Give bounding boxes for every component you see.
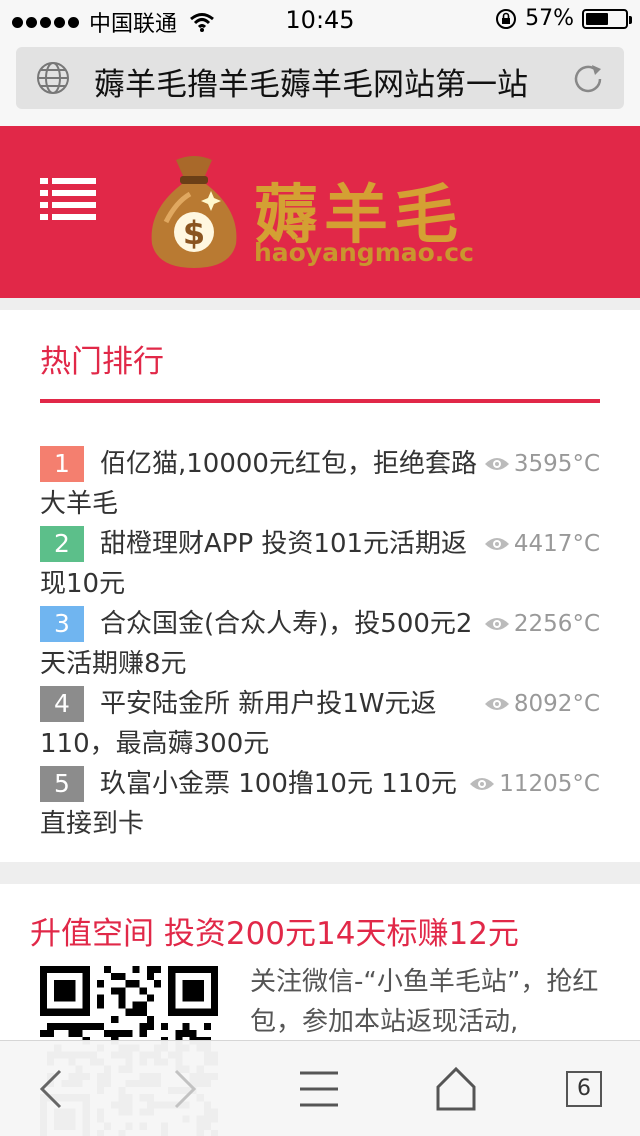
rank-badge: 3 xyxy=(40,606,84,642)
status-right: 57% xyxy=(495,6,632,31)
rank-badge: 2 xyxy=(40,526,84,562)
eye-icon xyxy=(484,698,509,710)
browser-toolbar: 6 xyxy=(0,1040,640,1136)
view-count-value: 2256°C xyxy=(513,611,600,637)
promo-text: 关注微信-“小鱼羊毛站”，抢红包，参加本站返现活动, xyxy=(250,967,599,1037)
item-title[interactable]: 甜橙理财APP 投资101元活期返现10元 xyxy=(40,524,480,604)
site-header: $ 薅羊毛 haoyangmao.cc xyxy=(0,126,640,298)
eye-icon xyxy=(484,538,509,550)
hot-list-item[interactable]: 合众国金(合众人寿)，投500元2天活期赚8元 3 2256°C xyxy=(40,604,600,684)
money-bag-icon: $ xyxy=(151,156,237,268)
battery-fill xyxy=(586,12,608,25)
view-count-value: 11205°C xyxy=(499,771,600,797)
view-count: 4417°C xyxy=(484,526,600,562)
share-icon[interactable] xyxy=(292,1063,348,1115)
globe-icon xyxy=(37,62,69,94)
view-count-value: 8092°C xyxy=(513,691,600,717)
promo-title[interactable]: 升值空间 投资200元14天标赚12元 xyxy=(30,908,519,953)
reload-icon[interactable] xyxy=(570,61,606,97)
view-count: 8092°C xyxy=(484,686,600,722)
hot-list-item[interactable]: 平安陆金所 新用户投1W元返110，最高薅300元 4 8092°C xyxy=(40,684,600,764)
eye-icon xyxy=(484,458,509,470)
hot-list-item[interactable]: 甜橙理财APP 投资101元活期返现10元 2 4417°C xyxy=(40,524,600,604)
view-count: 2256°C xyxy=(484,606,600,642)
view-count-value: 3595°C xyxy=(513,451,600,477)
rank-badge: 4 xyxy=(40,686,84,722)
item-title[interactable]: 合众国金(合众人寿)，投500元2天活期赚8元 xyxy=(40,604,480,684)
page-title: 薅羊毛撸羊毛薅羊毛网站第一站 xyxy=(94,67,528,103)
address-bar[interactable]: 薅羊毛撸羊毛薅羊毛网站第一站 xyxy=(16,47,624,109)
item-title[interactable]: 玖富小金票 100撸10元 110元直接到卡 xyxy=(40,764,480,844)
back-icon[interactable] xyxy=(24,1063,80,1115)
hot-list-item[interactable]: 玖富小金票 100撸10元 110元直接到卡 5 11205°C xyxy=(40,764,600,844)
logo-domain: haoyangmao.cc xyxy=(254,238,474,267)
battery-percent: 57% xyxy=(525,6,574,31)
tabs-icon: 6 xyxy=(566,1071,602,1107)
item-title[interactable]: 佰亿猫,10000元红包，拒绝套路 大羊毛 xyxy=(40,444,480,524)
item-title[interactable]: 平安陆金所 新用户投1W元返110，最高薅300元 xyxy=(40,684,480,764)
status-bar: 中国联通 10:45 57% xyxy=(0,0,640,40)
view-count: 11205°C xyxy=(469,766,600,802)
hot-list-item[interactable]: 佰亿猫,10000元红包，拒绝套路 大羊毛 1 3595°C xyxy=(40,444,600,524)
browser-address-area: 薅羊毛撸羊毛薅羊毛网站第一站 xyxy=(0,40,640,126)
battery-icon xyxy=(582,8,632,29)
tabs-button[interactable]: 6 xyxy=(560,1063,616,1115)
rank-badge: 1 xyxy=(40,446,84,482)
hot-list: 佰亿猫,10000元红包，拒绝套路 大羊毛 1 3595°C 甜橙理财APP 投资10… xyxy=(40,444,600,844)
view-count: 3595°C xyxy=(484,446,600,482)
svg-text:$: $ xyxy=(183,214,205,252)
rank-badge: 5 xyxy=(40,766,84,802)
forward-icon[interactable] xyxy=(156,1063,212,1115)
eye-icon xyxy=(470,778,495,790)
rotation-lock-icon xyxy=(496,8,517,29)
site-logo[interactable]: $ 薅羊毛 haoyangmao.cc xyxy=(146,152,506,302)
hot-ranking-section: 热门排行 佰亿猫,10000元红包，拒绝套路 大羊毛 1 3595°C 甜橙理财APP… xyxy=(0,310,640,862)
section-title: 热门排行 xyxy=(40,344,164,380)
view-count-value: 4417°C xyxy=(513,531,600,557)
menu-icon[interactable] xyxy=(40,176,96,222)
eye-icon xyxy=(484,618,509,630)
section-divider xyxy=(40,399,600,403)
bookmarks-icon[interactable] xyxy=(428,1063,484,1115)
